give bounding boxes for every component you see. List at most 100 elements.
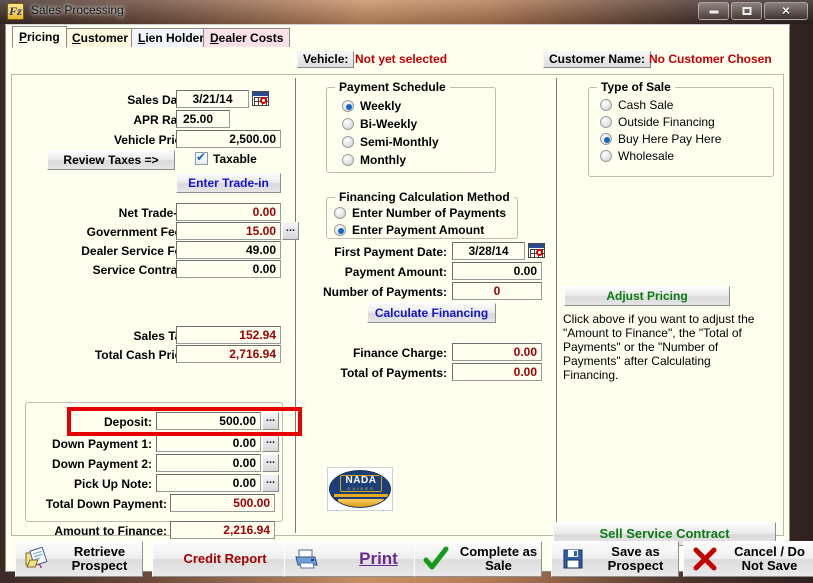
payment-amount-label: Payment Amount: xyxy=(344,265,447,279)
customer-status: No Customer Chosen xyxy=(649,52,772,66)
nada-guides-logo[interactable]: NADA GUIDES xyxy=(327,467,393,511)
total-down-payment-input: 500.00 xyxy=(170,494,275,512)
radio-bi-weekly[interactable]: Bi-Weekly xyxy=(342,117,417,131)
total-of-payments-label: Total of Payments: xyxy=(340,366,447,380)
calendar-icon[interactable] xyxy=(252,91,269,106)
taxable-checkbox[interactable]: Taxable xyxy=(195,150,257,166)
down-payment-1-input[interactable]: 0.00 xyxy=(156,434,261,452)
application-window: Fz Sales Processing ✕ PPricingricing Cus… xyxy=(0,0,813,579)
type-of-sale-title: Type of Sale xyxy=(597,80,675,94)
tab-strip: PPricingricing Customer Lien Holder Deal… xyxy=(6,25,789,48)
review-taxes-button[interactable]: Review Taxes => xyxy=(47,150,175,170)
tab-dealer-costs[interactable]: Dealer Costs xyxy=(203,28,291,47)
adjust-pricing-button[interactable]: Adjust Pricing xyxy=(564,286,730,306)
adjust-pricing-note: Click above if you want to adjust the "A… xyxy=(563,312,755,382)
cancel-do-not-save-button[interactable]: Cancel / Do Not Save xyxy=(683,541,813,577)
first-payment-date-label: First Payment Date: xyxy=(334,245,447,259)
dealer-service-fee-input[interactable]: 49.00 xyxy=(176,241,281,259)
client-area: PPricingricing Customer Lien Holder Deal… xyxy=(5,24,813,577)
service-contract-input[interactable]: 0.00 xyxy=(176,260,281,278)
financing-method-title: Financing Calculation Method xyxy=(335,190,514,204)
apr-rate-label: APR Rate: xyxy=(133,113,192,127)
sales-tax-input[interactable]: 152.94 xyxy=(176,326,281,344)
minimize-icon[interactable] xyxy=(698,2,729,20)
vehicle-button[interactable]: Vehicle: xyxy=(297,51,355,68)
customer-name-button[interactable]: Customer Name: xyxy=(543,51,652,68)
sales-date-label: Sales Date: xyxy=(127,93,192,107)
dealer-service-fee-label: Dealer Service Fee: xyxy=(81,244,192,258)
radio-wholesale-label: Wholesale xyxy=(618,149,675,163)
net-tradein-label: Net Trade-in: xyxy=(118,206,192,220)
radio-cash-sale-label: Cash Sale xyxy=(618,98,674,112)
radio-buy-here-pay-here[interactable]: Buy Here Pay Here xyxy=(600,132,721,146)
calculate-financing-button[interactable]: Calculate Financing xyxy=(367,303,496,323)
complete-as-sale-button[interactable]: Complete as Sale xyxy=(414,541,542,577)
radio-enter-number-of-payments[interactable]: Enter Number of Payments xyxy=(334,206,506,220)
floppy-disk-icon xyxy=(560,546,586,572)
green-check-icon xyxy=(423,546,449,572)
print-button[interactable]: Print xyxy=(284,541,432,577)
radio-monthly[interactable]: Monthly xyxy=(342,153,406,167)
credit-report-button[interactable]: Credit Report xyxy=(152,541,298,577)
government-fees-label: Government Fees: xyxy=(86,225,192,239)
total-of-payments-input: 0.00 xyxy=(452,363,542,381)
vehicle-price-label: Vehicle Price: xyxy=(113,133,192,147)
title-bar: Fz Sales Processing ✕ xyxy=(0,0,813,24)
amount-to-finance-input: 2,216.94 xyxy=(170,521,275,539)
net-tradein-input[interactable]: 0.00 xyxy=(176,203,281,221)
total-down-payment-label: Total Down Payment: xyxy=(45,497,167,511)
payment-amount-input[interactable]: 0.00 xyxy=(452,262,542,280)
radio-enter-payment-amount-label: Enter Payment Amount xyxy=(352,223,485,237)
deposit-highlight-box xyxy=(67,407,302,436)
down-payment-2-more-button[interactable]: ... xyxy=(262,454,279,472)
retrieve-prospect-button[interactable]: Retrieve Prospect xyxy=(15,541,143,577)
radio-outside-financing[interactable]: Outside Financing xyxy=(600,115,715,129)
radio-monthly-label: Monthly xyxy=(360,153,406,167)
radio-wholesale[interactable]: Wholesale xyxy=(600,149,674,163)
down-payment-1-more-button[interactable]: ... xyxy=(262,434,279,452)
pick-up-note-input[interactable]: 0.00 xyxy=(156,474,261,492)
sales-tax-label: Sales Tax: xyxy=(133,329,192,343)
radio-weekly[interactable]: Weekly xyxy=(342,99,401,113)
divider-left xyxy=(295,78,296,533)
apr-rate-input[interactable]: 25.00 xyxy=(176,110,230,128)
pick-up-note-more-button[interactable]: ... xyxy=(262,474,279,492)
enter-tradein-button[interactable]: Enter Trade-in xyxy=(176,173,281,193)
app-icon: Fz xyxy=(7,3,24,20)
calendar-icon-first-payment[interactable] xyxy=(528,243,545,258)
taxable-label: Taxable xyxy=(213,152,257,166)
total-cash-price-label: Total Cash Price: xyxy=(94,348,192,362)
service-contract-label: Service Contract: xyxy=(92,263,192,277)
record-header: Vehicle: Not yet selected Customer Name:… xyxy=(6,47,789,74)
pricing-panel: Sales Date: 3/21/14 APR Rate: 25.00 Vehi… xyxy=(11,74,784,546)
tab-customer[interactable]: Customer xyxy=(65,28,136,47)
complete-as-sale-label: Complete as Sale xyxy=(459,544,538,573)
down-payment-2-label: Down Payment 2: xyxy=(51,457,152,471)
tab-pricing[interactable]: PPricingricing xyxy=(12,26,67,48)
government-fees-input[interactable]: 15.00 xyxy=(176,222,281,240)
retrieve-prospect-label: Retrieve Prospect xyxy=(71,544,128,573)
radio-bi-weekly-label: Bi-Weekly xyxy=(360,117,418,131)
credit-report-label: Credit Report xyxy=(183,551,267,566)
radio-enter-payment-amount[interactable]: Enter Payment Amount xyxy=(334,223,484,237)
nada-brand: NADA GUIDES xyxy=(340,475,382,492)
printer-icon xyxy=(293,546,319,572)
vehicle-price-input[interactable]: 2,500.00 xyxy=(176,130,281,148)
tab-lien-holder[interactable]: Lien Holder xyxy=(131,28,212,47)
sales-date-input[interactable]: 3/21/14 xyxy=(176,90,249,108)
radio-cash-sale[interactable]: Cash Sale xyxy=(600,98,673,112)
red-x-icon xyxy=(692,546,718,572)
first-payment-date-input[interactable]: 3/28/14 xyxy=(452,242,525,260)
number-of-payments-input[interactable]: 0 xyxy=(452,282,542,300)
save-as-prospect-button[interactable]: Save as Prospect xyxy=(551,541,679,577)
total-cash-price-input[interactable]: 2,716.94 xyxy=(176,345,281,363)
down-payment-2-input[interactable]: 0.00 xyxy=(156,454,261,472)
window-title: Sales Processing xyxy=(31,3,124,17)
radio-semi-monthly[interactable]: Semi-Monthly xyxy=(342,135,439,149)
maximize-icon[interactable] xyxy=(731,2,762,20)
divider-right xyxy=(556,78,557,533)
government-fees-more-button[interactable]: ... xyxy=(282,222,299,240)
amount-to-finance-label: Amount to Finance: xyxy=(54,524,167,538)
close-icon[interactable]: ✕ xyxy=(764,2,808,20)
bottom-toolbar: Retrieve Prospect Credit Report Print Co… xyxy=(11,541,813,583)
